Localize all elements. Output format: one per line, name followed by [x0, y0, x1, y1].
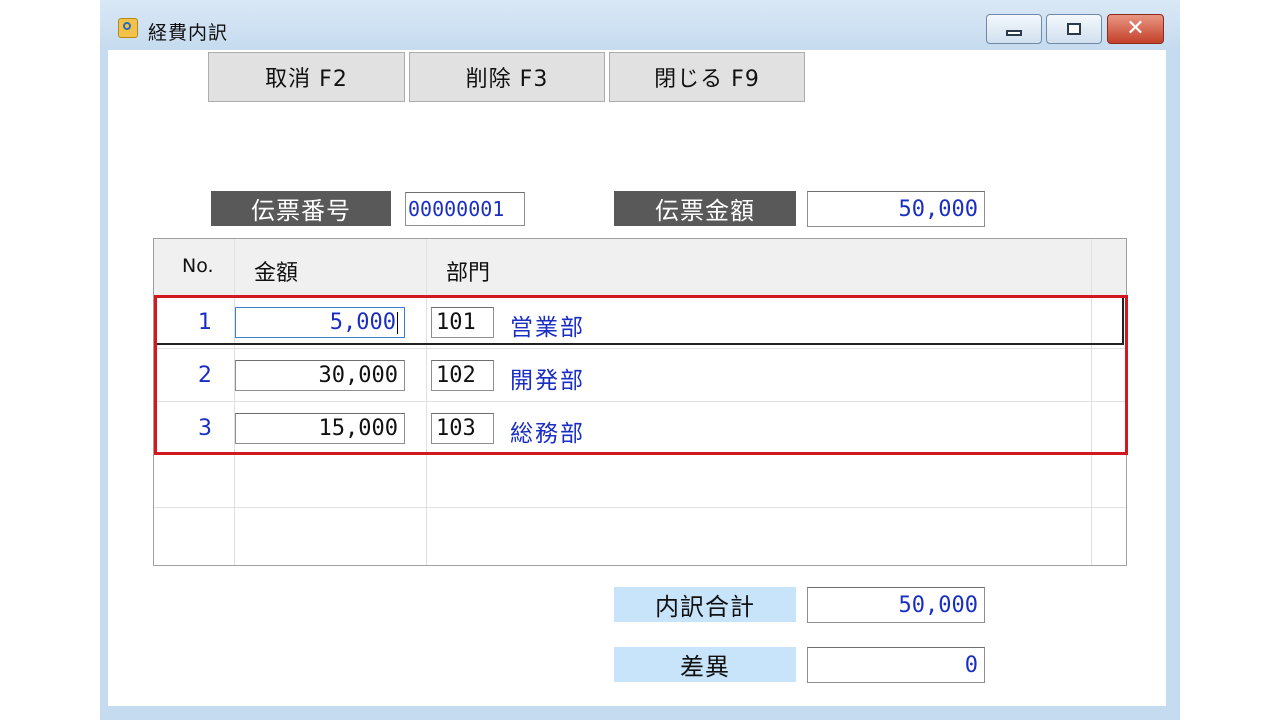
grid-divider — [154, 348, 1126, 349]
column-header-department: 部門 — [446, 261, 491, 286]
delete-button[interactable]: 削除 F3 — [409, 52, 605, 102]
department-code-field[interactable]: 101 — [431, 307, 494, 338]
maximize-icon — [1067, 23, 1081, 35]
maximize-button[interactable] — [1046, 14, 1102, 44]
grid-header: No. 金額 部門 — [154, 239, 1126, 296]
amount-field[interactable]: 15,000 — [235, 413, 405, 444]
client-area: 取消 F2 削除 F3 閉じる F9 伝票番号 00000001 伝票金額 50… — [108, 50, 1166, 706]
app-icon — [118, 18, 138, 38]
row-number: 1 — [198, 310, 212, 335]
minimize-button[interactable] — [986, 14, 1042, 44]
close-icon: ✕ — [1126, 16, 1145, 41]
breakdown-grid: No. 金額 部門 1 5,000 101 営業部 2 30,000 102 開… — [153, 238, 1127, 566]
minimize-icon — [1006, 30, 1022, 36]
grid-divider — [426, 239, 427, 565]
amount-field[interactable]: 30,000 — [235, 360, 405, 391]
column-header-no: No. — [182, 255, 214, 277]
difference-field[interactable]: 0 — [807, 647, 985, 683]
grid-divider — [1091, 239, 1092, 565]
column-header-amount: 金額 — [254, 261, 299, 286]
expense-breakdown-window: 経費内訳 ✕ 取消 F2 削除 F3 閉じる F9 伝票番号 00000001 … — [100, 0, 1180, 720]
department-name: 開発部 — [510, 368, 585, 394]
department-code-field[interactable]: 102 — [431, 360, 494, 391]
close-button[interactable]: 閉じる F9 — [609, 52, 805, 102]
text-caret — [397, 311, 398, 334]
row-number: 2 — [198, 363, 212, 388]
grid-divider — [234, 239, 235, 565]
voucher-number-label: 伝票番号 — [211, 191, 391, 226]
department-name: 総務部 — [510, 421, 585, 447]
breakdown-total-field[interactable]: 50,000 — [807, 587, 985, 623]
grid-divider — [154, 507, 1126, 508]
cancel-button[interactable]: 取消 F2 — [208, 52, 405, 102]
difference-label: 差異 — [614, 647, 796, 682]
row-number: 3 — [198, 416, 212, 441]
department-code-field[interactable]: 103 — [431, 413, 494, 444]
title-bar[interactable]: 経費内訳 ✕ — [100, 0, 1180, 50]
grid-divider — [154, 454, 1126, 455]
voucher-amount-label: 伝票金額 — [614, 191, 796, 226]
close-window-button[interactable]: ✕ — [1107, 14, 1164, 44]
voucher-amount-field[interactable]: 50,000 — [807, 191, 985, 227]
voucher-number-field[interactable]: 00000001 — [405, 192, 525, 226]
breakdown-total-label: 内訳合計 — [614, 587, 796, 622]
grid-divider — [154, 401, 1126, 402]
amount-field[interactable]: 5,000 — [235, 307, 405, 338]
department-name: 営業部 — [510, 315, 585, 341]
window-title: 経費内訳 — [148, 22, 229, 44]
